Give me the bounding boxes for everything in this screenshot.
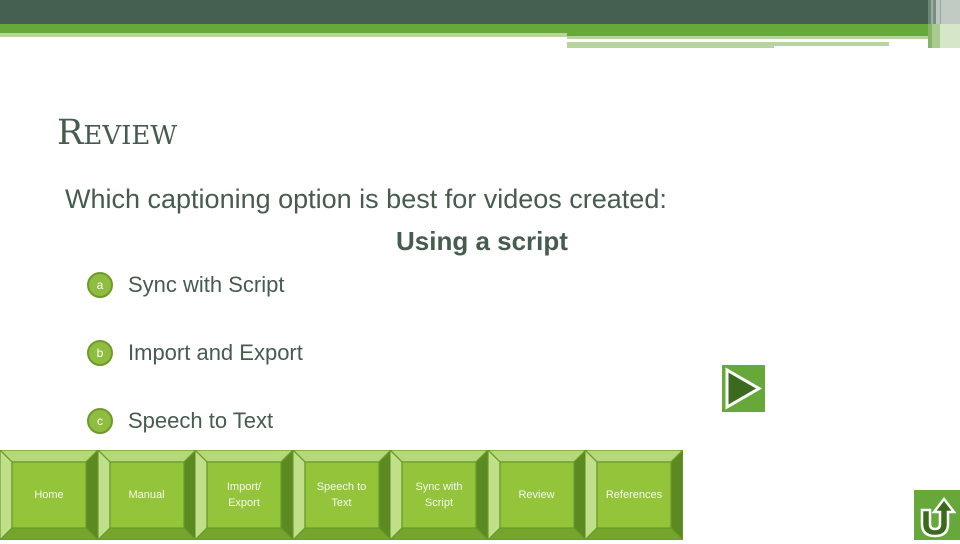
header-dark-band: [0, 0, 960, 24]
nav-button-label: Speech to Text: [316, 481, 367, 509]
question-text: Which captioning option is best for vide…: [65, 184, 667, 214]
nav-button-home[interactable]: Home: [0, 450, 98, 540]
option-c[interactable]: c Speech to Text: [87, 406, 273, 436]
bevel-right: [280, 450, 293, 540]
nav-button-label: Home: [34, 489, 64, 501]
bevel-left: [195, 450, 208, 540]
option-label: Import and Export: [128, 340, 303, 365]
bevel-top: [585, 450, 683, 463]
nav-button-label: References: [605, 489, 663, 501]
option-label: Speech to Text: [128, 408, 274, 433]
bevel-top: [487, 450, 586, 463]
bevel-bottom: [0, 527, 98, 540]
nav-button-references[interactable]: References: [585, 450, 683, 540]
nav-button-import-export[interactable]: Import/ Export: [195, 450, 293, 540]
nav-button-sync-with-script[interactable]: Sync with Script: [390, 450, 488, 540]
bevel-bottom: [585, 527, 683, 540]
bevel-top: [97, 450, 196, 463]
nav-button-label: Manual: [128, 489, 165, 501]
bevel-right: [572, 450, 586, 540]
bevel-right: [182, 450, 196, 540]
play-triangle-icon: [725, 367, 762, 410]
option-label: Sync with Script: [128, 272, 285, 297]
title-initial: R: [57, 113, 84, 153]
bevel-left: [585, 450, 598, 540]
header-light-band-lower-right: [774, 42, 889, 46]
bevel-right: [475, 450, 488, 540]
title-rest: EVIEW: [83, 121, 178, 151]
scenario-text: Using a script: [396, 226, 568, 256]
bevel-bottom: [292, 527, 391, 540]
bevel-bottom: [487, 527, 586, 540]
header-light-band-lower: [567, 42, 774, 48]
header-light-band: [0, 33, 567, 37]
bevel-left: [390, 450, 403, 540]
bevel-right: [85, 450, 98, 540]
bevel-bottom: [97, 527, 196, 540]
bevel-bottom: [390, 527, 488, 540]
nav-button-speech-to-text[interactable]: Speech to Text: [292, 450, 391, 540]
nav-button-label: Review: [518, 489, 555, 501]
bevel-top: [195, 450, 293, 463]
bevel-top: [292, 450, 391, 463]
option-b[interactable]: b Import and Export: [87, 338, 303, 368]
nav-button-label: Import/ Export: [226, 481, 262, 509]
header-right-stripes-lower: [928, 24, 960, 48]
bevel-right: [670, 450, 683, 540]
next-slide-button[interactable]: [722, 365, 765, 412]
nav-button-label: Sync with Script: [415, 481, 463, 509]
u-turn-arrow-icon: [920, 496, 957, 538]
bevel-top: [0, 450, 98, 463]
navigation-bar: Home Manual Import/ Export Speech to Tex…: [0, 450, 683, 540]
bevel-right: [377, 450, 391, 540]
bevel-bottom: [195, 527, 293, 540]
bevel-left: [97, 450, 111, 540]
option-letter-badge: c: [87, 408, 113, 434]
return-button[interactable]: [914, 490, 960, 540]
header-green-band: [0, 24, 960, 33]
option-letter-badge: a: [87, 272, 113, 298]
bevel-left: [0, 450, 13, 540]
option-letter-badge: b: [87, 340, 113, 366]
option-a[interactable]: a Sync with Script: [87, 270, 285, 300]
slide-title: REVIEW: [57, 113, 177, 153]
bevel-left: [292, 450, 306, 540]
nav-button-manual[interactable]: Manual: [97, 450, 196, 540]
bevel-top: [390, 450, 488, 463]
bevel-left: [487, 450, 501, 540]
nav-button-review[interactable]: Review: [487, 450, 586, 540]
